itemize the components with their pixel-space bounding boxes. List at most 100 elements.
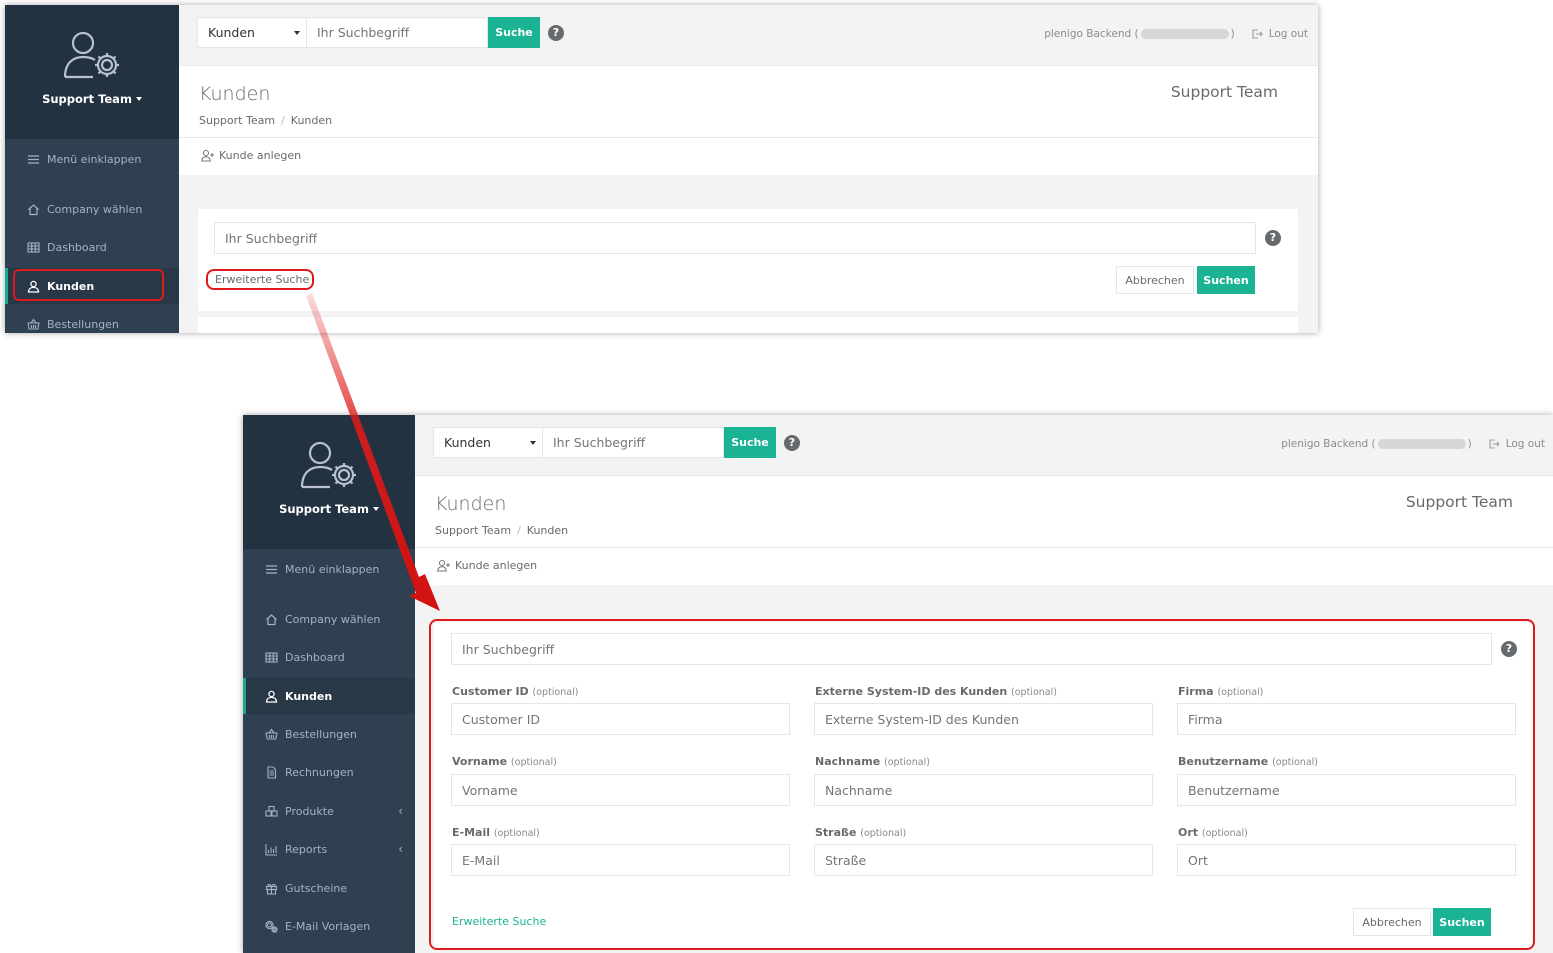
breadcrumb-link-team[interactable]: Support Team [199, 114, 275, 127]
top-search-input[interactable] [543, 427, 724, 458]
search-scope-select[interactable]: Kunden [197, 17, 307, 48]
chevron-left-icon: ‹ [398, 804, 403, 818]
chevron-left-icon: ‹ [398, 842, 403, 856]
team-name-label: Support Team [42, 92, 132, 106]
sidebar-item-kunden[interactable]: Kunden [5, 268, 179, 304]
user-label: plenigo Backend ( [1044, 28, 1139, 40]
help-icon[interactable]: ? [784, 435, 800, 451]
sidebar-item-label: Reports [285, 842, 328, 856]
add-customer-button[interactable]: Kunde anlegen [201, 149, 301, 162]
help-icon[interactable]: ? [1501, 641, 1517, 657]
team-menu-toggle[interactable]: Support Team [243, 502, 415, 516]
submit-search-button[interactable]: Suchen [1197, 266, 1255, 294]
next-panel-edge [198, 317, 1298, 333]
firma-input[interactable] [1177, 703, 1516, 735]
action-bar: Kunde anlegen [179, 138, 1318, 175]
optional-hint: (optional) [1272, 757, 1318, 768]
help-icon[interactable]: ? [548, 25, 564, 41]
team-menu-toggle[interactable]: Support Team [5, 92, 179, 106]
top-search-button[interactable]: Suche [488, 17, 540, 48]
search-scope-select[interactable]: Kunden [433, 427, 543, 458]
sidebar-item-produkte[interactable]: Produkte ‹ [243, 793, 415, 829]
search-term-input[interactable] [451, 633, 1492, 665]
email-input[interactable] [451, 844, 790, 876]
strasse-input[interactable] [814, 844, 1153, 876]
ort-input[interactable] [1177, 844, 1516, 876]
sidebar-header: Support Team [5, 5, 179, 139]
add-customer-label: Kunde anlegen [455, 559, 538, 572]
nachname-input[interactable] [814, 774, 1153, 806]
field-label-text: Straße [815, 826, 857, 839]
cancel-button[interactable]: Abbrechen [1353, 908, 1431, 936]
field-label-text: Vorname [452, 755, 508, 768]
field-label: Nachname (optional) [815, 755, 930, 768]
top-search: Kunden Suche [197, 17, 540, 48]
gears-icon [265, 920, 278, 933]
field-label: Firma (optional) [1178, 685, 1263, 698]
logout-link[interactable]: Log out [1488, 438, 1545, 450]
customer-id-input[interactable] [451, 703, 790, 735]
sidebar-item-kunden[interactable]: Kunden [243, 678, 415, 714]
add-customer-button[interactable]: Kunde anlegen [437, 559, 537, 572]
search-scope-value: Kunden [208, 25, 255, 40]
sidebar-item-reports[interactable]: Reports ‹ [243, 831, 415, 867]
collapse-menu-button[interactable]: Menü einklappen [243, 551, 415, 587]
sidebar-item-bestellungen[interactable]: Bestellungen [243, 716, 415, 752]
external-system-id-input[interactable] [814, 703, 1153, 735]
breadcrumb-link-team[interactable]: Support Team [435, 524, 511, 537]
field-label: Externe System-ID des Kunden (optional) [815, 685, 1057, 698]
page-heading: Kunden Support Team / Kunden Support Team [179, 66, 1318, 138]
advanced-search-link[interactable]: Erweiterte Suche [452, 915, 546, 928]
optional-hint: (optional) [493, 828, 540, 839]
submit-search-button[interactable]: Suchen [1433, 908, 1491, 936]
collapse-menu-label: Menü einklappen [47, 152, 142, 166]
field-label: E-Mail (optional) [452, 826, 540, 839]
sidebar-item-rechnungen[interactable]: Rechnungen [243, 754, 415, 790]
document-icon [267, 765, 277, 779]
benutzername-input[interactable] [1177, 774, 1516, 806]
logout-label: Log out [1505, 438, 1545, 450]
sidebar: Support Team Menü einklappen Company wäh… [5, 5, 179, 333]
page-heading: Kunden Support Team / Kunden Support Team [415, 476, 1553, 548]
breadcrumb-current: Kunden [290, 114, 333, 127]
sidebar-item-dashboard[interactable]: Dashboard [243, 639, 415, 675]
basket-icon [27, 318, 40, 330]
optional-hint: (optional) [510, 757, 557, 768]
sidebar: Support Team Menü einklappen Company wäh… [243, 415, 415, 953]
vorname-input[interactable] [451, 774, 790, 806]
dropdown-arrow-icon [530, 441, 536, 445]
search-panel: ? Erweiterte Suche Abbrechen Suchen [198, 209, 1298, 311]
hamburger-icon [266, 564, 277, 574]
grid-icon [27, 241, 40, 253]
screenshot-after: Support Team Menü einklappen Company wäh… [243, 415, 1553, 953]
sidebar-item-gutscheine[interactable]: Gutscheine [243, 870, 415, 906]
sidebar-item-company[interactable]: Company wählen [5, 191, 179, 227]
search-term-input[interactable] [214, 222, 1256, 254]
top-search-input[interactable] [307, 17, 488, 48]
sidebar-item-dashboard[interactable]: Dashboard [5, 229, 179, 265]
grid-icon [265, 651, 278, 663]
chart-icon [265, 843, 277, 856]
sidebar-item-bestellungen[interactable]: Bestellungen [5, 306, 179, 333]
sidebar-item-label: Bestellungen [285, 727, 357, 741]
page-title: Kunden [199, 83, 271, 105]
redacted-username [1377, 439, 1466, 449]
optional-hint: (optional) [860, 828, 907, 839]
field-label-text: E-Mail [452, 826, 490, 839]
cancel-button[interactable]: Abbrechen [1116, 266, 1194, 294]
collapse-menu-button[interactable]: Menü einklappen [5, 141, 179, 177]
sidebar-header: Support Team [243, 415, 415, 549]
user-icon [27, 280, 40, 293]
sidebar-item-label: Dashboard [285, 650, 345, 664]
logout-link[interactable]: Log out [1251, 28, 1308, 40]
optional-hint: (optional) [1011, 687, 1057, 698]
gift-icon [265, 883, 278, 895]
advanced-search-link[interactable]: Erweiterte Suche [215, 273, 309, 286]
top-search-button[interactable]: Suche [724, 427, 776, 458]
breadcrumb-current: Kunden [526, 524, 569, 537]
sidebar-item-label: Kunden [47, 279, 95, 293]
sidebar-item-label: Rechnungen [285, 765, 354, 779]
sidebar-item-company[interactable]: Company wählen [243, 601, 415, 637]
help-icon[interactable]: ? [1265, 230, 1281, 246]
sidebar-item-email-vorlagen[interactable]: E-Mail Vorlagen [243, 908, 415, 944]
